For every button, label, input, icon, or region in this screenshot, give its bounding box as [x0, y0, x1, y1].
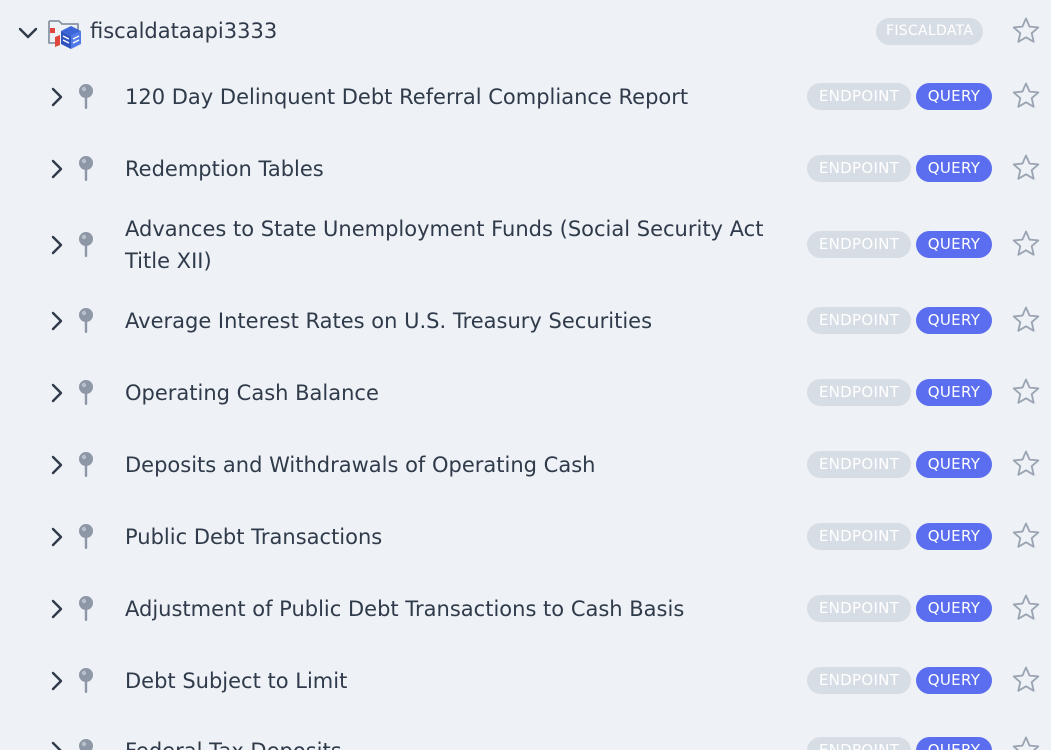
chevron-right-icon[interactable]	[48, 382, 66, 404]
endpoint-badge: ENDPOINT	[807, 451, 911, 478]
endpoint-name[interactable]: Advances to State Unemployment Funds (So…	[125, 213, 775, 277]
chevron-right-icon[interactable]	[48, 670, 66, 692]
collection-badge: FISCALDATA	[876, 18, 984, 45]
star-icon[interactable]	[1011, 665, 1041, 695]
pin-icon	[79, 308, 93, 333]
star-icon[interactable]	[1011, 16, 1041, 46]
query-badge[interactable]: QUERY	[916, 231, 992, 258]
query-badge[interactable]: QUERY	[916, 595, 992, 622]
endpoint-name[interactable]: Debt Subject to Limit	[125, 665, 775, 697]
collection-title[interactable]: fiscaldataapi3333	[90, 17, 277, 45]
star-icon[interactable]	[1011, 81, 1041, 111]
endpoint-badge: ENDPOINT	[807, 379, 911, 406]
query-badge[interactable]: QUERY	[916, 83, 992, 110]
folder-icon	[48, 20, 81, 49]
star-icon[interactable]	[1011, 593, 1041, 623]
chevron-down-icon[interactable]	[17, 22, 39, 44]
endpoint-badge: ENDPOINT	[807, 523, 911, 550]
endpoint-name[interactable]: Federal Tax Deposits	[125, 735, 775, 750]
endpoint-row[interactable]: 120 Day Delinquent Debt Referral Complia…	[0, 64, 1051, 130]
endpoint-name[interactable]: Deposits and Withdrawals of Operating Ca…	[125, 449, 775, 481]
star-icon[interactable]	[1011, 229, 1041, 259]
endpoint-row[interactable]: Advances to State Unemployment Funds (So…	[0, 208, 1051, 282]
pin-icon	[79, 156, 93, 181]
chevron-right-icon[interactable]	[48, 598, 66, 620]
collection-row[interactable]: fiscaldataapi3333 FISCALDATA	[0, 0, 1051, 64]
pin-icon	[79, 84, 93, 109]
endpoint-name[interactable]: Operating Cash Balance	[125, 377, 775, 409]
api-tree: fiscaldataapi3333 FISCALDATA 120 Day Del…	[0, 0, 1051, 750]
endpoint-row[interactable]: Operating Cash Balance ENDPOINT QUERY	[0, 360, 1051, 426]
star-icon[interactable]	[1011, 377, 1041, 407]
pin-icon	[79, 668, 93, 693]
star-icon[interactable]	[1011, 449, 1041, 479]
endpoint-name[interactable]: Redemption Tables	[125, 153, 775, 185]
endpoint-name[interactable]: Adjustment of Public Debt Transactions t…	[125, 593, 775, 625]
endpoint-row[interactable]: Redemption Tables ENDPOINT QUERY	[0, 136, 1051, 202]
query-badge[interactable]: QUERY	[916, 667, 992, 694]
chevron-right-icon[interactable]	[48, 454, 66, 476]
endpoint-row[interactable]: Average Interest Rates on U.S. Treasury …	[0, 288, 1051, 354]
endpoint-badge: ENDPOINT	[807, 155, 911, 182]
endpoint-badge: ENDPOINT	[807, 83, 911, 110]
chevron-right-icon[interactable]	[48, 234, 66, 256]
endpoint-row[interactable]: Adjustment of Public Debt Transactions t…	[0, 576, 1051, 642]
query-badge[interactable]: QUERY	[916, 307, 992, 334]
endpoint-badge: ENDPOINT	[807, 307, 911, 334]
query-badge[interactable]: QUERY	[916, 451, 992, 478]
star-icon[interactable]	[1011, 153, 1041, 183]
chevron-right-icon[interactable]	[48, 740, 66, 750]
chevron-right-icon[interactable]	[48, 158, 66, 180]
pin-icon	[79, 452, 93, 477]
pin-icon	[79, 739, 93, 750]
pin-icon	[79, 596, 93, 621]
chevron-right-icon[interactable]	[48, 526, 66, 548]
endpoint-badge: ENDPOINT	[807, 737, 911, 750]
query-badge[interactable]: QUERY	[916, 155, 992, 182]
star-icon[interactable]	[1011, 305, 1041, 335]
chevron-right-icon[interactable]	[48, 86, 66, 108]
endpoint-row[interactable]: Public Debt Transactions ENDPOINT QUERY	[0, 504, 1051, 570]
endpoint-name[interactable]: 120 Day Delinquent Debt Referral Complia…	[125, 81, 775, 113]
star-icon[interactable]	[1011, 735, 1041, 750]
endpoint-row[interactable]: Debt Subject to Limit ENDPOINT QUERY	[0, 648, 1051, 714]
endpoint-name[interactable]: Average Interest Rates on U.S. Treasury …	[125, 305, 775, 337]
chevron-right-icon[interactable]	[48, 310, 66, 332]
star-icon[interactable]	[1011, 521, 1041, 551]
endpoint-name[interactable]: Public Debt Transactions	[125, 521, 775, 553]
query-badge[interactable]: QUERY	[916, 737, 992, 750]
pin-icon	[79, 524, 93, 549]
endpoint-row[interactable]: Deposits and Withdrawals of Operating Ca…	[0, 432, 1051, 498]
endpoint-badge: ENDPOINT	[807, 595, 911, 622]
pin-icon	[79, 380, 93, 405]
pin-icon	[79, 232, 93, 257]
endpoint-badge: ENDPOINT	[807, 667, 911, 694]
query-badge[interactable]: QUERY	[916, 379, 992, 406]
endpoint-badge: ENDPOINT	[807, 231, 911, 258]
query-badge[interactable]: QUERY	[916, 523, 992, 550]
endpoint-row[interactable]: Federal Tax Deposits ENDPOINT QUERY	[0, 714, 1051, 750]
